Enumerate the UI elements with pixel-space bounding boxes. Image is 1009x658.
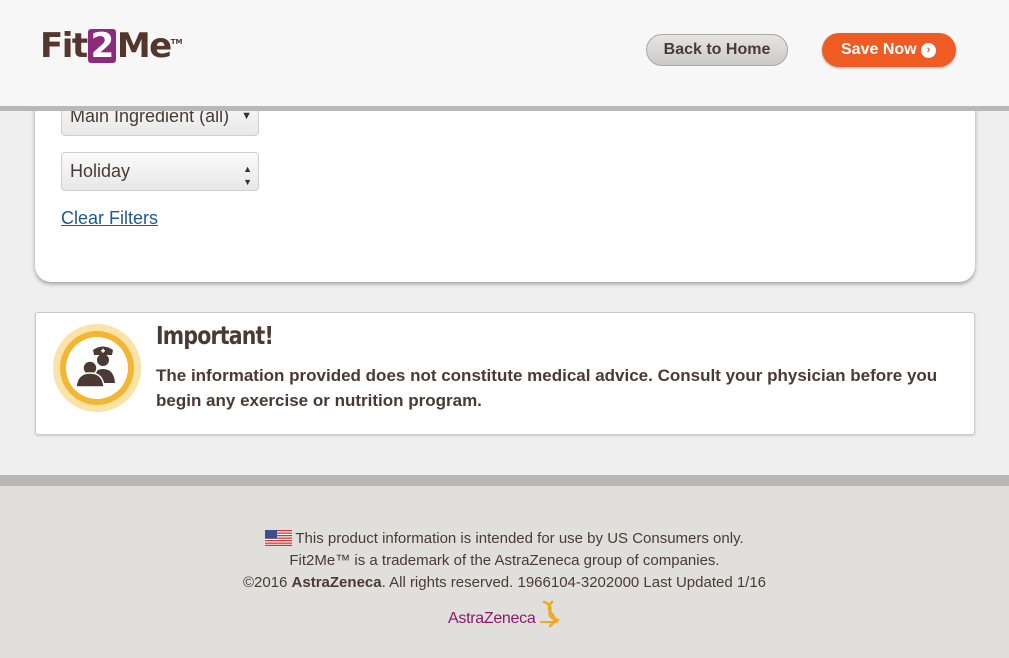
chevron-right-circle-icon: › bbox=[921, 43, 936, 58]
footer-line1: This product information is intended for… bbox=[295, 530, 744, 547]
logo-part-me: Me bbox=[116, 26, 172, 66]
save-now-label: Save Now bbox=[841, 41, 917, 58]
holiday-select[interactable]: Holiday ▲ ▼ bbox=[61, 152, 259, 191]
footer-line2: Fit2Me™ is a trademark of the AstraZenec… bbox=[289, 552, 720, 569]
back-to-home-button[interactable]: Back to Home bbox=[646, 34, 788, 66]
footer-copyright: ©2016 bbox=[242, 574, 292, 591]
select-arrows-icon: ▲ ▼ bbox=[243, 164, 252, 187]
logo-trademark: TM bbox=[170, 38, 183, 46]
important-title: Important! bbox=[156, 321, 274, 350]
fit2me-logo[interactable]: Fit 2 MeTM bbox=[40, 26, 182, 66]
doctor-patient-icon bbox=[53, 324, 141, 412]
save-now-button[interactable]: Save Now › bbox=[822, 33, 956, 67]
holiday-value: Holiday bbox=[70, 161, 131, 181]
us-flag-icon bbox=[265, 530, 293, 546]
logo-part-2: 2 bbox=[87, 29, 116, 63]
astrazeneca-symbol-icon bbox=[540, 600, 560, 628]
footer-line-us-consumers: This product information is intended for… bbox=[0, 528, 1009, 550]
logo-part-fit: Fit bbox=[40, 26, 88, 66]
header: Fit 2 MeTM Back to Home Save Now › bbox=[0, 0, 1009, 111]
footer-line3: ©2016 AstraZeneca. All rights reserved. … bbox=[0, 572, 1009, 594]
astrazeneca-wordmark: AstraZeneca bbox=[448, 610, 536, 627]
footer-company: AstraZeneca bbox=[291, 574, 382, 591]
footer: This product information is intended for… bbox=[0, 475, 1009, 658]
clear-filters-link[interactable]: Clear Filters bbox=[61, 208, 158, 229]
important-text: The information provided does not consti… bbox=[156, 366, 938, 410]
important-notice: Important! The information provided does… bbox=[35, 312, 975, 435]
astrazeneca-logo[interactable]: AstraZeneca bbox=[448, 600, 578, 640]
footer-rights: . All rights reserved. 1966104-3202000 L… bbox=[381, 574, 767, 591]
footer-text: This product information is intended for… bbox=[0, 528, 1009, 594]
